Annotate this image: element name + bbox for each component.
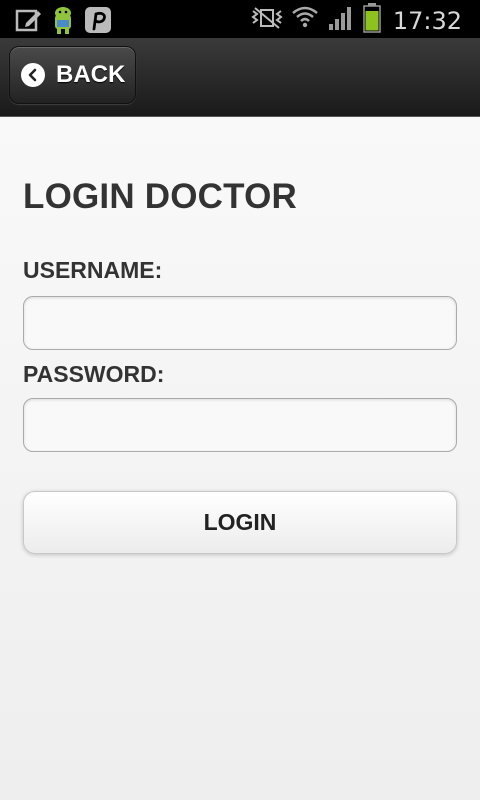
- vibrate-icon: [251, 5, 283, 36]
- page-title: LOGIN DOCTOR: [23, 177, 297, 216]
- header-bar: BACK: [0, 38, 480, 117]
- status-time: 17:32: [392, 6, 462, 35]
- battery-icon: [363, 3, 381, 38]
- login-form: LOGIN DOCTOR USERNAME: PASSWORD: LOGIN: [0, 117, 480, 800]
- password-input[interactable]: [23, 398, 457, 452]
- status-bar: 17:32: [0, 0, 480, 38]
- login-button[interactable]: LOGIN: [23, 491, 457, 554]
- username-label: USERNAME:: [23, 257, 163, 283]
- wifi-icon: [291, 4, 319, 37]
- password-label: PASSWORD:: [23, 361, 165, 387]
- signal-icon: [327, 4, 355, 37]
- pinterest-icon: [84, 6, 112, 39]
- edit-note-icon: [14, 6, 42, 39]
- username-input[interactable]: [23, 296, 457, 350]
- back-button-label: BACK: [56, 61, 126, 88]
- android-icon: [48, 5, 78, 40]
- chevron-left-icon: [21, 63, 45, 87]
- back-button[interactable]: BACK: [9, 46, 136, 104]
